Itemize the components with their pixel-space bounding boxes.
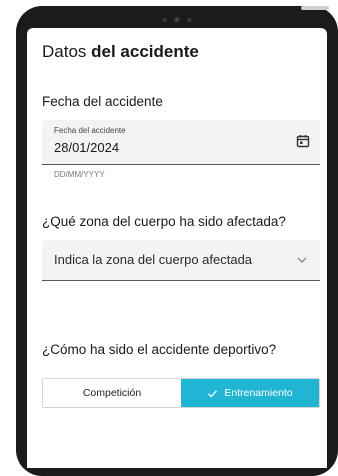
date-section-label: Fecha del accidente: [42, 94, 163, 109]
sensor-dot: [162, 17, 167, 22]
accident-type-toggle: Competición Entrenamiento: [42, 378, 320, 408]
body-zone-select[interactable]: Indica la zona del cuerpo afectada: [42, 240, 320, 281]
page-title: Datos del accidente: [42, 42, 199, 62]
camera-dot: [174, 17, 180, 22]
check-icon: [208, 389, 218, 397]
device-side-button: [301, 6, 329, 10]
accident-type-section-label: ¿Cómo ha sido el accidente deportivo?: [42, 342, 277, 357]
date-field-value: 28/01/2024: [54, 140, 120, 155]
option-entrenamiento-button[interactable]: Entrenamiento: [181, 379, 319, 407]
sensor-dot: [187, 17, 192, 22]
option-entrenamiento-label: Entrenamiento: [224, 387, 293, 399]
app-screen: Datos del accidente Fecha del accidente …: [27, 28, 327, 468]
date-format-hint: DD/MM/YYYY: [54, 170, 105, 179]
option-competicion-label: Competición: [82, 387, 142, 399]
option-competicion-button[interactable]: Competición: [43, 379, 181, 407]
calendar-icon[interactable]: [296, 134, 310, 148]
date-field-label: Fecha del accidente: [54, 126, 126, 135]
chevron-down-icon: [297, 257, 307, 263]
tablet-frame: Datos del accidente Fecha del accidente …: [16, 6, 338, 476]
body-zone-select-value: Indica la zona del cuerpo afectada: [54, 252, 253, 267]
accident-date-field[interactable]: Fecha del accidente 28/01/2024: [42, 120, 320, 165]
camera-dots: [162, 17, 192, 22]
page-title-bold: del accidente: [91, 42, 199, 61]
body-zone-section-label: ¿Qué zona del cuerpo ha sido afectada?: [42, 214, 286, 229]
page-title-prefix: Datos: [42, 42, 92, 61]
